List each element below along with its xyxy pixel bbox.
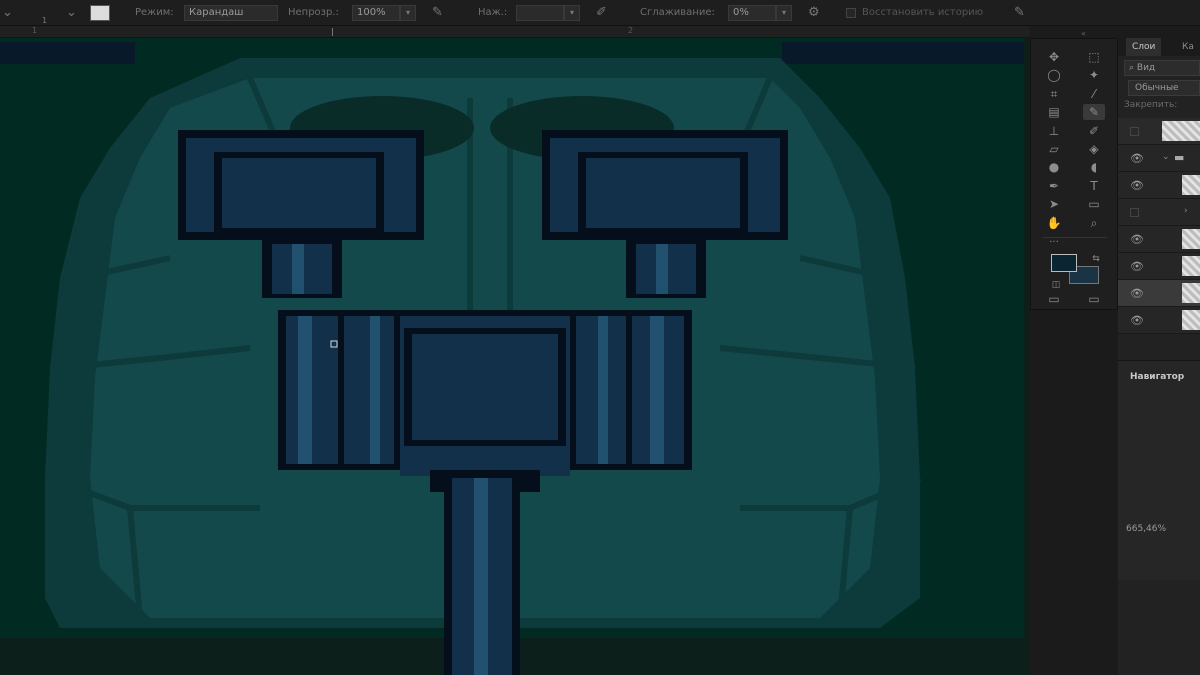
layer-row[interactable]: 👁 (1118, 307, 1200, 334)
eye-icon[interactable]: 👁 (1130, 152, 1144, 165)
layer-thumbnail (1182, 175, 1200, 195)
layer-row[interactable]: › (1118, 199, 1200, 226)
quick-mask-icon[interactable]: ▭ (1043, 291, 1065, 307)
chevron-down-icon[interactable]: ⌄ (1162, 152, 1170, 162)
smoothing-input[interactable]: 0% (728, 5, 776, 21)
navigator-panel (1118, 360, 1200, 580)
layer-row[interactable] (1118, 118, 1200, 145)
airbrush-icon[interactable]: ✐ (596, 4, 607, 22)
layer-thumbnail (1182, 256, 1200, 276)
path-select-tool-icon[interactable]: ➤ (1043, 196, 1065, 212)
layer-row-selected[interactable]: 👁 (1118, 280, 1200, 307)
rectangle-tool-icon[interactable]: ▭ (1083, 196, 1105, 212)
marquee-tool-icon[interactable]: ⬚ (1083, 49, 1105, 65)
brush-panel-icon[interactable] (90, 5, 110, 21)
visibility-off-box[interactable] (1130, 127, 1139, 136)
navigator-title: Навигатор (1130, 372, 1185, 382)
ruler-cursor-marker (332, 28, 333, 36)
eye-icon[interactable]: 👁 (1130, 233, 1144, 246)
chevron-right-icon[interactable]: › (1184, 206, 1188, 216)
foreground-color-swatch[interactable] (1051, 254, 1077, 272)
dark-strip-right (782, 42, 1024, 64)
layer-thumbnail (1182, 283, 1200, 303)
gear-icon[interactable]: ⚙ (808, 4, 820, 22)
panel-tabs: Слои Ка (1118, 38, 1200, 56)
search-placeholder: Вид (1136, 63, 1156, 73)
layer-row[interactable]: 👁 (1118, 172, 1200, 199)
lock-label: Закрепить: (1124, 100, 1178, 110)
opacity-input[interactable]: 100% (352, 5, 400, 21)
eyedropper-tool-icon[interactable]: ⁄ (1083, 86, 1105, 102)
magic-wand-tool-icon[interactable]: ✦ (1083, 67, 1105, 83)
restore-history-checkbox[interactable] (846, 8, 856, 18)
lasso-tool-icon[interactable]: ◯ (1043, 67, 1065, 83)
eye-icon[interactable]: 👁 (1130, 179, 1144, 192)
opacity-label: Непрозр.: (288, 7, 339, 18)
eraser-tool-icon[interactable]: ▱ (1043, 141, 1065, 157)
blend-mode-select[interactable]: Обычные (1128, 80, 1200, 96)
pressure-label: Наж.: (478, 7, 508, 18)
screen-mode-icon[interactable]: ▭ (1083, 291, 1105, 307)
pixel-art-artwork (0, 38, 1030, 675)
dodge-tool-icon[interactable]: ◖ (1083, 159, 1105, 175)
restore-history-label: Восстановить историю (862, 7, 984, 18)
more-tools-icon[interactable]: ··· (1043, 235, 1065, 251)
mode-label: Режим: (135, 7, 174, 18)
central-housing (278, 310, 692, 476)
tool-preset-chevron-icon[interactable]: ⌄ (2, 4, 13, 22)
eye-icon[interactable]: 👁 (1130, 287, 1144, 300)
ruler-mark-2: 2 (628, 26, 634, 35)
pressure-opacity-icon[interactable]: ✎ (432, 4, 443, 22)
options-bar: ⌄ 1 ⌄ Режим: Карандаш Непрозр.: 100% ▾ ✎… (0, 0, 1200, 26)
mode-select[interactable]: Карандаш (184, 5, 278, 21)
search-icon: ⌕ (1129, 63, 1137, 73)
layer-thumbnail (1182, 310, 1200, 330)
stamp-tool-icon[interactable]: ⊥ (1043, 123, 1065, 139)
zoom-tool-icon[interactable]: ⌕ (1083, 215, 1105, 231)
layer-filter-search[interactable]: ⌕ Вид (1124, 60, 1200, 76)
healing-tool-icon[interactable]: ▤ (1043, 104, 1065, 120)
layer-thumbnail (1162, 121, 1200, 141)
visibility-off-box[interactable] (1130, 208, 1139, 217)
swap-colors-icon[interactable]: ⇆ (1085, 251, 1107, 267)
history-brush-tool-icon[interactable]: ✐ (1083, 123, 1105, 139)
ruler-mark-1: 1 (32, 26, 38, 35)
document-canvas[interactable] (0, 38, 1030, 675)
opacity-dropdown-icon[interactable]: ▾ (400, 5, 416, 21)
layer-row[interactable]: 👁 (1118, 253, 1200, 280)
pressure-input[interactable] (516, 5, 564, 21)
layer-row[interactable]: 👁 (1118, 226, 1200, 253)
eye-icon[interactable]: 👁 (1130, 260, 1144, 273)
pen-tool-icon[interactable]: ✒ (1043, 178, 1065, 194)
smoothing-dropdown-icon[interactable]: ▾ (776, 5, 792, 21)
layer-thumbnail (1182, 229, 1200, 249)
layer-group-row[interactable]: 👁 ⌄ ▬ (1118, 145, 1200, 172)
hand-tool-icon[interactable]: ✋ (1043, 215, 1065, 231)
move-tool-icon[interactable]: ✥ (1043, 49, 1065, 65)
folder-icon: ▬ (1174, 151, 1185, 164)
pressure-size-icon[interactable]: ✎ (1014, 4, 1025, 22)
dark-strip-left (0, 42, 135, 64)
layers-panel: Слои Ка ⌕ Вид Обычные Закрепить: 👁 ⌄ ▬ 👁 ›… (1118, 38, 1200, 675)
crop-tool-icon[interactable]: ⌗ (1043, 86, 1065, 102)
pressure-dropdown-icon[interactable]: ▾ (564, 5, 580, 21)
tab-layers[interactable]: Слои (1126, 38, 1162, 56)
type-tool-icon[interactable]: T (1083, 178, 1105, 194)
navigator-zoom[interactable]: 665,46% (1126, 524, 1166, 534)
tools-panel: « ✥ ⬚ ◯ ✦ ⌗ ⁄ ▤ ✎ ⊥ ✐ ▱ ◈ ● ◖ ✒ T ➤ ▭ ✋ ⌕ ··· ⇆ ◫ ▭ ▭ (1030, 29, 1118, 310)
brush-picker-chevron-icon[interactable]: ⌄ (66, 4, 77, 22)
pencil-tool-icon[interactable]: ✎ (1083, 104, 1105, 121)
paint-bucket-tool-icon[interactable]: ◈ (1083, 141, 1105, 157)
smoothing-label: Сглаживание: (640, 7, 715, 18)
eye-icon[interactable]: 👁 (1130, 314, 1144, 327)
tab-channels[interactable]: Ка (1176, 38, 1200, 56)
horizontal-ruler: 1 2 (0, 26, 1030, 38)
blur-tool-icon[interactable]: ● (1043, 159, 1065, 175)
collapse-panel-icon[interactable]: « (1081, 29, 1086, 38)
